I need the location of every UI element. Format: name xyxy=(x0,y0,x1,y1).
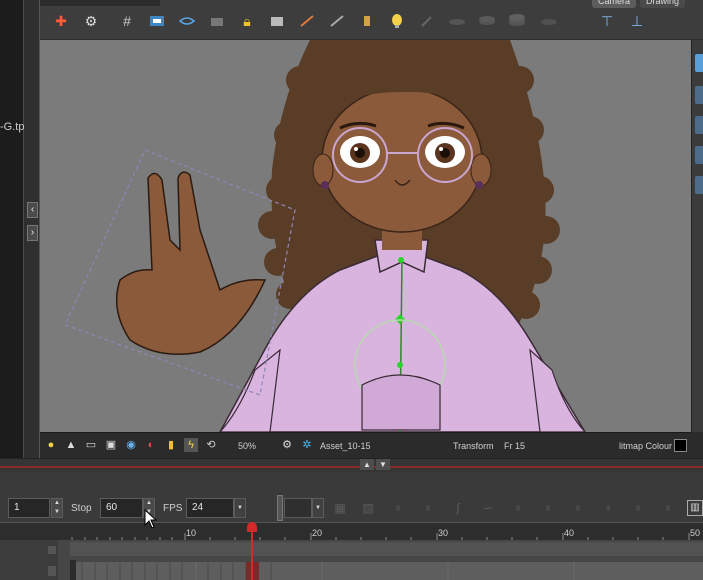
up-arrow-icon[interactable]: ▲ xyxy=(64,438,78,452)
ruler-label: 40 xyxy=(564,528,575,538)
expand-right-icon[interactable]: › xyxy=(27,225,38,241)
fps-input[interactable]: 24 xyxy=(186,498,234,518)
ruler-ticks xyxy=(71,533,690,541)
layer-stack-4-icon[interactable] xyxy=(540,12,558,30)
view-icon-3[interactable] xyxy=(695,116,703,134)
fps-dropdown[interactable]: ▼ xyxy=(234,498,246,518)
start-frame-input[interactable]: 1 xyxy=(8,498,50,518)
chevron-up-icon[interactable]: ▲ xyxy=(360,459,374,470)
project-panel: -G.tp xyxy=(0,0,24,458)
view-side-panel xyxy=(691,40,703,432)
status-bar-end xyxy=(691,432,703,458)
reset-view-icon[interactable]: ⟲ xyxy=(204,438,218,452)
light-bulb-icon[interactable] xyxy=(388,12,406,30)
onion-skin-icon[interactable] xyxy=(178,12,196,30)
viewport-status-bar: ● ▲ ▭ ▣ ◉ ◐ ▮ ϟ ⟲ 50% ⚙ ✲ Asset_10-15 Tr… xyxy=(40,432,691,458)
child-icon[interactable]: ♆ xyxy=(540,500,556,516)
shade-icon[interactable] xyxy=(208,12,226,30)
curve-icon[interactable]: ∫ xyxy=(450,500,466,516)
mask-icon[interactable]: ◐ xyxy=(144,438,158,452)
separator-arrows: ▲ ▼ xyxy=(360,459,390,470)
onion-icon[interactable]: ◉ xyxy=(124,438,138,452)
light-bulb-icon[interactable]: ● xyxy=(44,438,58,452)
fps-label: FPS xyxy=(163,503,183,514)
parent-icon[interactable]: ♆ xyxy=(510,500,526,516)
slider-handle[interactable] xyxy=(277,495,283,521)
key-icon[interactable]: ▦ xyxy=(332,500,348,516)
view-icon-5[interactable] xyxy=(695,176,703,194)
asset-name: Asset_10-15 xyxy=(320,441,371,451)
pin-icon[interactable]: ♆ xyxy=(420,500,436,516)
playback-mode-input[interactable] xyxy=(284,498,312,518)
stop-label: Stop xyxy=(71,503,92,514)
view-icon-2[interactable] xyxy=(695,86,703,104)
lightning-icon[interactable]: ϟ xyxy=(184,438,198,452)
ease-icon[interactable]: ∽ xyxy=(480,500,496,516)
layer-stack-icon[interactable] xyxy=(448,12,466,30)
color-swatch[interactable] xyxy=(674,439,687,452)
ruler-label: 30 xyxy=(438,528,449,538)
zoom-level[interactable]: 50% xyxy=(238,441,256,451)
timeline-tracks[interactable] xyxy=(0,540,703,580)
collapse-left-icon[interactable]: ‹ xyxy=(27,202,38,218)
separator-accent xyxy=(0,466,703,468)
character-drawing xyxy=(64,40,586,432)
align-top-icon[interactable]: ⊤ xyxy=(598,12,616,30)
safe-frame-icon[interactable]: ▣ xyxy=(104,438,118,452)
up-icon[interactable]: ♆ xyxy=(600,500,616,516)
track-cells xyxy=(70,542,703,580)
animation-app: -G.tp ‹ › Camera Drawing ✚ ⚙ # 🔒︎ ⊤ ⊥ ● … xyxy=(0,0,703,580)
color-mode: litmap Colour xyxy=(619,441,673,451)
ruler-left-blank xyxy=(0,522,70,540)
tab-camera[interactable]: Camera xyxy=(592,0,637,8)
file-name-label[interactable]: -G.tp xyxy=(0,121,24,133)
playback-mode-dropdown[interactable]: ▼ xyxy=(312,498,324,518)
panel-separator[interactable] xyxy=(0,458,703,472)
layer-list[interactable] xyxy=(0,540,58,580)
timeline-view-icon[interactable]: ▥ xyxy=(687,500,703,516)
gear-icon[interactable]: ⚙ xyxy=(280,438,294,452)
bone-icon[interactable] xyxy=(298,12,316,30)
chevron-down-icon[interactable]: ▼ xyxy=(376,459,390,470)
add-pivot-icon[interactable]: ✚ xyxy=(52,12,70,30)
view-icon-4[interactable] xyxy=(695,146,703,164)
start-frame-stepper[interactable]: ▲ ▼ xyxy=(51,498,63,518)
frame-icon[interactable]: ▭ xyxy=(84,438,98,452)
layer-stack-2-icon[interactable] xyxy=(478,12,496,30)
snap-icon[interactable]: ✲ xyxy=(300,438,314,452)
down-icon[interactable]: ♆ xyxy=(630,500,646,516)
mouse-cursor-icon xyxy=(144,509,158,529)
camera-viewport[interactable] xyxy=(40,40,691,432)
ruler-label: 20 xyxy=(312,528,323,538)
timeline-toolbar: 1 ▲ ▼ Stop 60 ▲ ▼ FPS 24 ▼ ▼ ▦ ▧ ♆ ♆ ∫ ∽ ♆… xyxy=(0,472,703,522)
lock-icon[interactable]: ▮ xyxy=(164,438,178,452)
peg-icon[interactable]: ♆ xyxy=(390,500,406,516)
ruler-icon[interactable] xyxy=(328,12,346,30)
keyframe-icon[interactable]: ▧ xyxy=(360,500,376,516)
lock-icon[interactable]: 🔒︎ xyxy=(238,12,256,30)
tool-mode: Transform xyxy=(453,441,494,451)
ruler-label: 10 xyxy=(186,528,197,538)
gear-icon[interactable]: ⚙ xyxy=(82,12,100,30)
layer-stack-3-icon[interactable] xyxy=(508,12,526,30)
sibling-icon[interactable]: ♆ xyxy=(570,500,586,516)
tab-drawing[interactable]: Drawing xyxy=(640,0,686,8)
align-bottom-icon[interactable]: ⊥ xyxy=(628,12,646,30)
view-icon-1[interactable] xyxy=(695,54,703,72)
toolbar-top-strip xyxy=(40,0,160,6)
playhead[interactable] xyxy=(251,522,253,580)
safe-area-icon[interactable] xyxy=(148,12,166,30)
brush-icon[interactable] xyxy=(418,12,436,30)
frame-ruler[interactable]: 10 20 30 40 50 xyxy=(70,522,703,541)
peg-icon[interactable] xyxy=(358,12,376,30)
ruler-label: 50 xyxy=(690,528,701,538)
grid-icon[interactable]: # xyxy=(118,12,136,30)
layer-toggle[interactable] xyxy=(48,566,56,576)
camera-mask-icon[interactable] xyxy=(268,12,286,30)
layer-toggle[interactable] xyxy=(48,546,56,554)
current-frame: Fr 15 xyxy=(504,441,526,451)
stop-frame-input[interactable]: 60 xyxy=(100,498,143,518)
next-icon[interactable]: ♆ xyxy=(660,500,676,516)
